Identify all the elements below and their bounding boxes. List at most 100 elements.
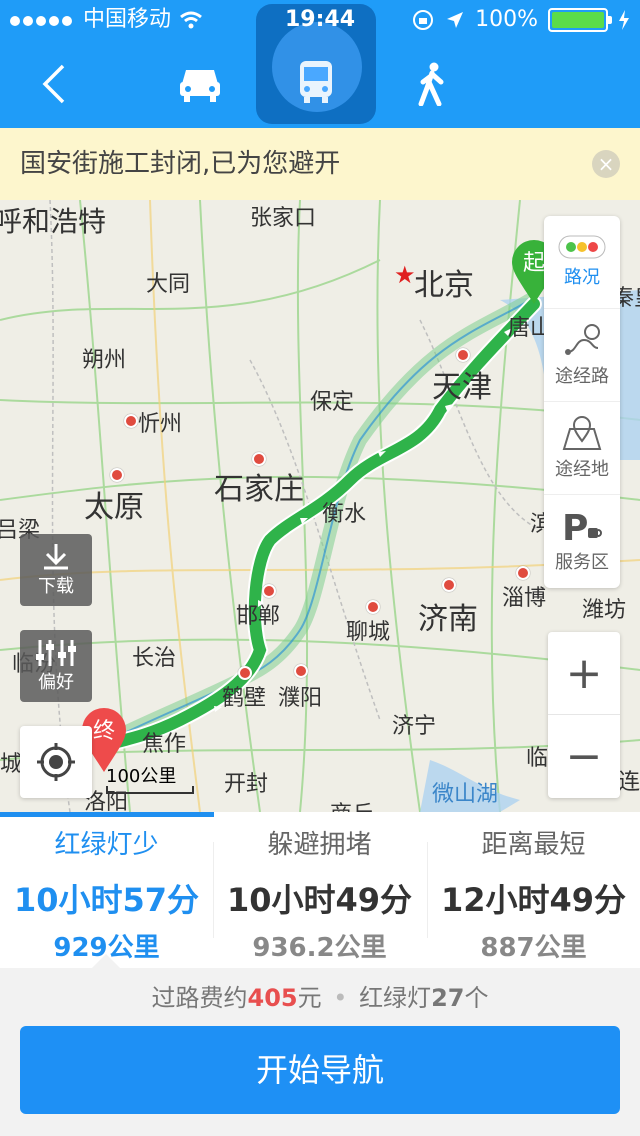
city-label: 保定 <box>310 390 355 415</box>
city-label: 临 <box>526 746 549 771</box>
city-dot <box>262 584 276 598</box>
traffic-label: 路况 <box>564 267 600 288</box>
top-bar: 中国移动 19:44 100% <box>0 0 640 128</box>
selected-pointer-icon <box>92 954 120 968</box>
city-label: 张家口 <box>250 206 317 231</box>
traffic-button[interactable]: 路况 <box>544 216 620 309</box>
end-marker-label: 终 <box>93 719 115 744</box>
city-dot <box>442 578 456 592</box>
preference-label: 偏好 <box>38 672 74 693</box>
route-label: 躲避拥堵 <box>267 830 372 860</box>
route-distance: 936.2公里 <box>252 933 387 963</box>
city-label: 大同 <box>146 272 191 297</box>
route-label: 红绿灯少 <box>54 830 159 860</box>
city-label: 忻州 <box>138 412 183 437</box>
lights-count: 27 <box>431 984 465 1012</box>
city-label: 商丘 <box>330 796 374 812</box>
location-arrow-icon <box>447 12 464 28</box>
walk-mode-button[interactable] <box>400 52 464 116</box>
city-huhehaote: 呼和浩特 <box>0 205 107 238</box>
notice-banner: 国安街施工封闭,已为您避开 × <box>0 128 640 200</box>
selected-route-indicator <box>0 812 214 817</box>
download-button[interactable]: 下载 <box>20 534 92 606</box>
battery-fill <box>552 12 604 28</box>
city-dot <box>252 452 266 466</box>
route-time: 10小时57分 <box>13 881 200 919</box>
lake-label: 微山湖 <box>432 782 499 807</box>
city-taiyuan: 太原 <box>84 490 144 525</box>
capital-star-icon: ★ <box>394 261 416 289</box>
traffic-light-icon <box>558 235 606 259</box>
close-banner-button[interactable]: × <box>592 150 620 178</box>
city-dot <box>456 348 470 362</box>
route-option-avoid-congestion[interactable]: 躲避拥堵 10小时49分 936.2公里 <box>213 812 426 968</box>
charging-icon <box>619 10 629 30</box>
sliders-icon <box>36 640 76 666</box>
start-marker-label: 起 <box>523 251 545 276</box>
city-beijing: 北京 <box>414 268 474 303</box>
locate-button[interactable] <box>20 726 92 798</box>
car-icon <box>180 70 220 102</box>
waypoint-road-button[interactable]: 途经路 <box>544 309 620 402</box>
battery-icon <box>548 8 612 32</box>
city-label: 城 <box>0 752 23 777</box>
city-dot <box>294 664 308 678</box>
zoom-out-button[interactable]: − <box>548 715 620 797</box>
preference-button[interactable]: 偏好 <box>20 630 92 702</box>
city-label: 焦作 <box>142 732 187 757</box>
toll-prefix: 过路费约 <box>151 984 248 1012</box>
svg-text:P: P <box>562 508 588 544</box>
zoom-controls: + − <box>548 632 620 798</box>
city-label: 鹤壁 <box>222 686 267 711</box>
divider <box>213 842 214 938</box>
toll-unit: 元 <box>297 984 322 1012</box>
map-toolbar: 路况 途经路 途经地 P 服务区 <box>544 216 620 588</box>
toll-amount: 405 <box>247 984 298 1012</box>
route-time: 10小时49分 <box>226 881 413 919</box>
walking-person-icon <box>418 62 444 106</box>
route-option-shortest[interactable]: 距离最短 12小时49分 887公里 <box>427 812 640 968</box>
back-button[interactable] <box>22 52 86 116</box>
city-tianjin: 天津 <box>432 370 492 405</box>
locate-target-icon <box>37 743 75 781</box>
lights-prefix: 红绿灯 <box>359 984 432 1012</box>
rotation-lock-icon <box>413 10 434 30</box>
city-dot <box>516 566 530 580</box>
route-pin-icon <box>565 324 600 355</box>
lights-unit: 个 <box>464 984 489 1012</box>
city-shijiazhuang: 石家庄 <box>214 472 304 507</box>
service-area-label: 服务区 <box>555 552 609 573</box>
city-dot <box>366 600 380 614</box>
city-label: 朔州 <box>82 348 127 373</box>
start-navigation-button[interactable]: 开始导航 <box>20 1026 620 1114</box>
scale-bar <box>106 786 194 794</box>
status-right: 100% <box>411 0 630 40</box>
bus-mode-button[interactable] <box>284 50 348 114</box>
city-label: 淄博 <box>502 586 547 611</box>
download-icon <box>44 544 68 570</box>
city-label: 济宁 <box>392 714 437 739</box>
route-option-fewer-lights[interactable]: 红绿灯少 10小时57分 929公里 <box>0 812 213 968</box>
route-label: 距离最短 <box>481 830 586 860</box>
battery-percent: 100% <box>475 7 538 32</box>
divider <box>427 842 428 938</box>
route-time: 12小时49分 <box>440 881 627 919</box>
city-dot <box>124 414 138 428</box>
city-label: 衡水 <box>322 502 367 527</box>
city-label: 潍坊 <box>582 598 627 623</box>
waypoint-road-label: 途经路 <box>555 366 609 387</box>
map-pin-icon <box>562 416 602 450</box>
car-mode-button[interactable] <box>168 52 232 116</box>
route-info: 过路费约405元 • 红绿灯27个 <box>0 968 640 1028</box>
download-label: 下载 <box>38 576 74 597</box>
route-distance: 887公里 <box>480 933 587 963</box>
route-options: 红绿灯少 10小时57分 929公里 躲避拥堵 10小时49分 936.2公里 … <box>0 812 640 968</box>
chevron-left-icon <box>42 64 65 104</box>
parking-coffee-icon: P <box>562 508 602 544</box>
waypoint-place-button[interactable]: 途经地 <box>544 402 620 495</box>
zoom-in-button[interactable]: + <box>548 632 620 715</box>
city-label: 聊城 <box>346 620 391 645</box>
city-label: 连 <box>618 770 640 795</box>
service-area-button[interactable]: P 服务区 <box>544 495 620 587</box>
city-dot <box>110 468 124 482</box>
